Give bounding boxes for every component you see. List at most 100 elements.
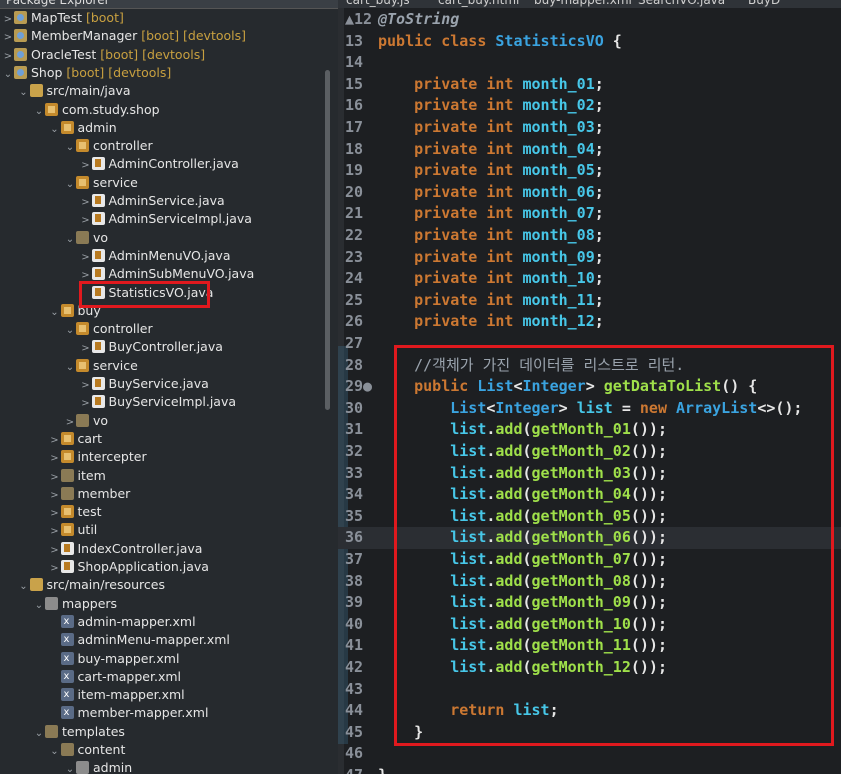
tree-item[interactable]: ⌄ src/main/resources — [0, 576, 338, 594]
chevron-down-icon[interactable]: ⌄ — [49, 743, 61, 761]
chevron-down-icon[interactable]: ⌄ — [18, 84, 30, 102]
tree-item[interactable]: admin-mapper.xml — [0, 613, 340, 631]
chevron-right-icon[interactable]: > — [49, 469, 61, 487]
explorer-scrollbar[interactable] — [325, 70, 330, 410]
tree-item[interactable]: ⌄ mappers — [0, 595, 340, 613]
code-line[interactable]: 47} — [338, 765, 841, 774]
code-line[interactable]: 18 private int month_04; — [338, 139, 841, 161]
editor-tab[interactable]: BuyD — [748, 0, 780, 8]
chevron-down-icon[interactable]: ⌄ — [64, 761, 76, 774]
chevron-down-icon[interactable]: ⌄ — [64, 359, 76, 377]
tree-item[interactable]: > AdminServiceImpl.java — [0, 210, 340, 228]
chevron-down-icon[interactable]: ⌄ — [64, 139, 76, 157]
chevron-down-icon[interactable]: ⌄ — [2, 66, 14, 84]
chevron-right-icon[interactable]: > — [80, 377, 92, 395]
tree-item[interactable]: > MemberManager [boot] [devtools] — [0, 27, 322, 45]
tree-item[interactable]: ⌄ controller — [0, 320, 340, 338]
chevron-right-icon[interactable]: > — [49, 523, 61, 541]
tree-item[interactable]: item-mapper.xml — [0, 686, 340, 704]
chevron-right-icon[interactable]: > — [49, 560, 61, 578]
chevron-right-icon[interactable]: > — [80, 212, 92, 230]
tree-item[interactable]: > cart — [0, 430, 340, 448]
code-line[interactable]: 15 private int month_01; — [338, 74, 841, 96]
chevron-down-icon[interactable]: ⌄ — [64, 231, 76, 249]
chevron-down-icon[interactable]: ⌄ — [64, 176, 76, 194]
tree-item[interactable]: member-mapper.xml — [0, 704, 340, 722]
chevron-down-icon[interactable]: ⌄ — [49, 121, 61, 139]
chevron-right-icon[interactable]: > — [80, 194, 92, 212]
tree-item[interactable]: ⌄ vo — [0, 229, 340, 247]
chevron-right-icon[interactable]: > — [49, 487, 61, 505]
code-line[interactable]: 46 — [338, 743, 841, 765]
chevron-right-icon[interactable]: > — [80, 249, 92, 267]
code-line[interactable]: 14 — [338, 52, 841, 74]
code-line[interactable]: 24 private int month_10; — [338, 268, 841, 290]
tree-item[interactable]: ⌄ templates — [0, 723, 340, 741]
chevron-down-icon[interactable]: ⌄ — [18, 578, 30, 596]
tree-item[interactable]: > OracleTest [boot] [devtools] — [0, 46, 322, 64]
tree-item[interactable]: > MapTest [boot] — [0, 9, 322, 27]
tree-item[interactable]: > BuyServiceImpl.java — [0, 393, 340, 411]
chevron-down-icon[interactable]: ⌄ — [33, 103, 45, 121]
code-line[interactable]: 22 private int month_08; — [338, 225, 841, 247]
chevron-right-icon[interactable]: > — [49, 432, 61, 450]
code-line[interactable]: 16 private int month_02; — [338, 95, 841, 117]
chevron-down-icon[interactable]: ⌄ — [33, 725, 45, 743]
code-line[interactable]: 20 private int month_06; — [338, 182, 841, 204]
tree-item[interactable]: ⌄ com.study.shop — [0, 101, 340, 119]
chevron-down-icon[interactable]: ⌄ — [49, 304, 61, 322]
tree-item[interactable]: > item — [0, 467, 340, 485]
code-line[interactable]: 13 public class StatisticsVO { — [338, 31, 841, 53]
code-line[interactable]: 21 private int month_07; — [338, 203, 841, 225]
chevron-down-icon[interactable]: ⌄ — [33, 597, 45, 615]
code-line[interactable]: ▲12 @ToString — [338, 9, 841, 31]
tree-item[interactable]: > IndexController.java — [0, 540, 340, 558]
tree-item[interactable]: > ShopApplication.java — [0, 558, 340, 576]
tree-item[interactable]: ⌄ service — [0, 174, 340, 192]
tree-item[interactable]: ⌄ controller — [0, 137, 340, 155]
tree-item[interactable]: ⌄ admin — [0, 119, 340, 137]
chevron-right-icon[interactable]: > — [80, 395, 92, 413]
chevron-right-icon[interactable]: > — [49, 542, 61, 560]
chevron-right-icon[interactable]: > — [49, 505, 61, 523]
chevron-right-icon[interactable]: > — [2, 11, 14, 29]
chevron-right-icon[interactable]: > — [2, 29, 14, 47]
tree-item[interactable]: > util — [0, 521, 340, 539]
tree-item[interactable]: > AdminService.java — [0, 192, 340, 210]
tree-item[interactable]: ⌄ service — [0, 357, 340, 375]
tree-item[interactable]: cart-mapper.xml — [0, 668, 340, 686]
editor-tab[interactable]: SearchVO.java — [638, 0, 725, 8]
tree-item[interactable]: > AdminMenuVO.java — [0, 247, 340, 265]
tree-item[interactable]: > AdminController.java — [0, 155, 340, 173]
code-line[interactable]: 26 private int month_12; — [338, 311, 841, 333]
editor-tab[interactable]: cart_buy.html — [438, 0, 519, 8]
tree-item[interactable]: ⌄ Shop [boot] [devtools] — [0, 64, 322, 82]
tree-item[interactable]: ⌄ admin — [0, 759, 340, 774]
code-line[interactable]: 23 private int month_09; — [338, 247, 841, 269]
editor-tab[interactable]: buy-mapper.xml — [534, 0, 632, 8]
tree-item[interactable]: > vo — [0, 412, 340, 430]
tree-item[interactable]: adminMenu-mapper.xml — [0, 631, 340, 649]
chevron-right-icon[interactable]: > — [49, 450, 61, 468]
tree-item[interactable]: buy-mapper.xml — [0, 650, 340, 668]
code-line[interactable]: 19 private int month_05; — [338, 160, 841, 182]
tree-item[interactable]: ⌄ src/main/java — [0, 82, 338, 100]
tree-item[interactable]: > BuyController.java — [0, 338, 340, 356]
chevron-right-icon[interactable]: > — [80, 157, 92, 175]
code-line[interactable]: 17 private int month_03; — [338, 117, 841, 139]
code-line[interactable]: 25 private int month_11; — [338, 290, 841, 312]
java-icon — [91, 248, 105, 262]
chevron-right-icon[interactable]: > — [64, 414, 76, 432]
code-editor[interactable]: cart_buy.js cart_buy.html buy-mapper.xml Se… — [338, 0, 841, 774]
explorer-tab[interactable]: Package Explorer — [0, 0, 340, 9]
chevron-down-icon[interactable]: ⌄ — [64, 322, 76, 340]
tree-item[interactable]: > intercepter — [0, 448, 340, 466]
chevron-right-icon[interactable]: > — [80, 340, 92, 358]
code-token: ; — [594, 312, 604, 331]
chevron-right-icon[interactable]: > — [2, 48, 14, 66]
editor-tab[interactable]: cart_buy.js — [346, 0, 410, 8]
tree-item[interactable]: ⌄ content — [0, 741, 340, 759]
tree-item[interactable]: > BuyService.java — [0, 375, 340, 393]
tree-item[interactable]: > member — [0, 485, 340, 503]
tree-item[interactable]: > test — [0, 503, 340, 521]
